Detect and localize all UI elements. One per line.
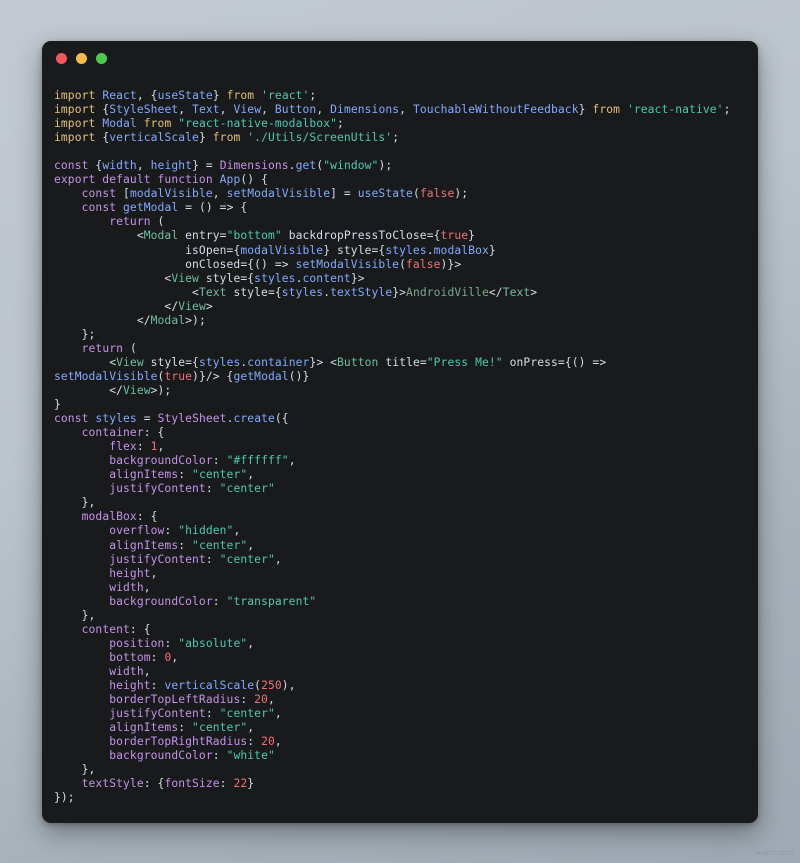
source-code[interactable]: import React, {useState} from 'react'; im… — [54, 89, 746, 805]
code-editor-area[interactable]: import React, {useState} from 'react'; im… — [42, 75, 758, 823]
close-window-icon[interactable] — [56, 52, 67, 64]
watermark: woktr.com — [755, 849, 794, 857]
page-root: import React, {useState} from 'react'; im… — [0, 0, 800, 863]
code-window: import React, {useState} from 'react'; im… — [42, 41, 758, 823]
window-titlebar — [42, 41, 758, 75]
minimize-window-icon[interactable] — [76, 52, 87, 64]
maximize-window-icon[interactable] — [96, 52, 107, 64]
